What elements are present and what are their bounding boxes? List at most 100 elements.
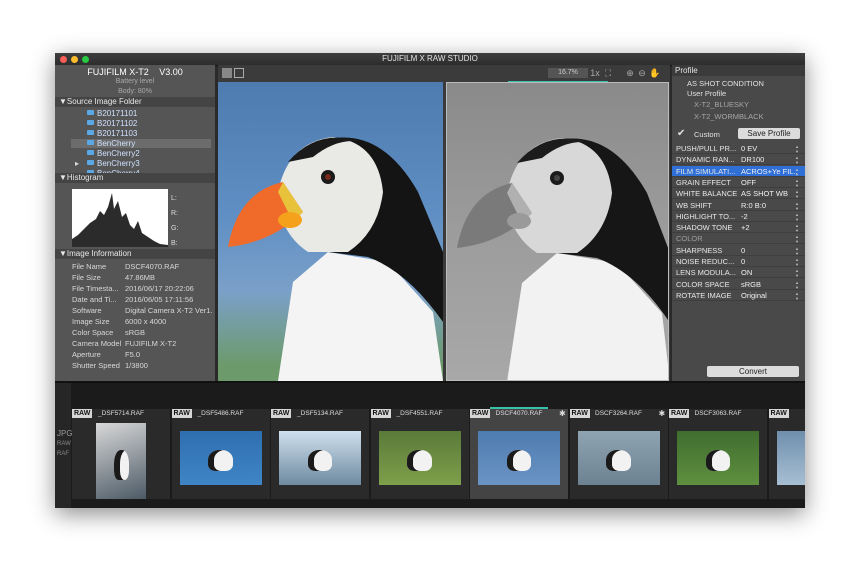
info-value: 2016/06/05 17:11:56 — [125, 295, 194, 304]
filmstrip-thumbnail[interactable]: RAW _DSF5714.RAF — [72, 409, 170, 499]
profile-preset-1[interactable]: X-T2_BLUESKY — [694, 100, 749, 109]
stepper-arrows-icon[interactable]: ▲ ▼ — [795, 155, 799, 165]
param-value[interactable]: ON — [741, 268, 797, 277]
compare-view-icon[interactable] — [234, 68, 244, 78]
camera-header: FUJIFILM X-T2 V3.00 — [55, 67, 215, 77]
folder-item[interactable]: BenCherry2 — [87, 149, 215, 158]
param-row[interactable]: LENS MODULA... ON ▲ ▼ — [672, 267, 805, 279]
save-profile-button[interactable]: Save Profile — [738, 128, 800, 139]
window-title: FUJIFILM X RAW STUDIO — [382, 54, 478, 63]
histogram-channel-label: B: — [171, 240, 178, 247]
convert-button[interactable]: Convert — [707, 366, 799, 377]
param-row[interactable]: HIGHLIGHT TO... -2 ▲ ▼ — [672, 211, 805, 222]
param-value[interactable]: DR100 — [741, 155, 797, 164]
folder-item[interactable]: BenCherry3 ▸ — [75, 159, 215, 168]
filter-jpg[interactable]: JPG — [57, 429, 73, 438]
stepper-arrows-icon[interactable]: ▲ ▼ — [795, 201, 799, 211]
fit-screen-icon[interactable]: ⛶ — [603, 68, 613, 78]
filmstrip-thumbnail[interactable]: RAW — [768, 409, 805, 499]
folder-label: B20171101 — [97, 109, 138, 118]
stepper-arrows-icon[interactable]: ▲ ▼ — [795, 268, 799, 278]
folder-item[interactable]: BenCherry — [71, 139, 211, 148]
param-row[interactable]: DYNAMIC RAN... DR100 ▲ ▼ — [672, 154, 805, 166]
filmstrip-thumbnail[interactable]: RAW _DSF5134.RAF — [271, 409, 369, 499]
stepper-arrows-icon[interactable]: ▲ ▼ — [795, 280, 799, 290]
image-info-header[interactable]: ▼Image Information — [55, 249, 215, 259]
param-row[interactable]: COLOR ▲ ▼ — [672, 233, 805, 245]
filmstrip-thumbnail[interactable]: RAW DSCF3264.RAF ✱ — [569, 409, 668, 499]
single-view-icon[interactable] — [222, 68, 232, 78]
stepper-arrows-icon[interactable]: ▲ ▼ — [795, 189, 799, 199]
param-row[interactable]: WB SHIFT R:0 B:0 ▲ ▼ — [672, 200, 805, 211]
stepper-arrows-icon[interactable]: ▲ ▼ — [795, 234, 799, 244]
param-row[interactable]: WHITE BALANCE AS SHOT WB ▲ ▼ — [672, 188, 805, 200]
zoom-out-icon[interactable]: ⊖ — [637, 68, 647, 78]
bird-shape — [506, 449, 532, 472]
preview-image[interactable] — [446, 82, 669, 381]
info-key: File Timesta... — [72, 284, 119, 293]
stepper-arrows-icon[interactable]: ▲ ▼ — [795, 257, 799, 267]
profile-as-shot[interactable]: AS SHOT CONDITION — [687, 79, 764, 88]
param-value[interactable]: 0 — [741, 246, 797, 255]
param-value[interactable]: Original — [741, 291, 797, 300]
filter-raf[interactable]: RAF — [57, 451, 69, 457]
filmstrip-thumbnail[interactable]: RAW DSCF4070.RAF ✱ — [470, 409, 568, 499]
profile-panel: Profile AS SHOT CONDITION User Profile X… — [672, 65, 805, 381]
filmstrip-thumbnail[interactable]: RAW DSCF3063.RAF — [669, 409, 767, 499]
param-value[interactable]: AS SHOT WB — [741, 189, 797, 198]
filmstrip-filter-rail: JPG RAW RAF — [55, 383, 73, 508]
info-value: Digital Camera X-T2 Ver1. — [125, 306, 213, 315]
expand-arrow-icon[interactable]: ▸ — [75, 159, 79, 168]
filmstrip-thumbnail[interactable]: RAW _DSF4551.RAF — [370, 409, 469, 499]
folder-icon — [87, 140, 94, 145]
zoom-value[interactable]: 16.7% — [548, 68, 588, 78]
param-value[interactable]: ACROS+Ye FIL... — [741, 167, 797, 176]
param-value[interactable]: -2 — [741, 212, 797, 221]
folder-item[interactable]: B20171101 — [87, 109, 215, 118]
param-value[interactable]: 0 EV — [741, 144, 797, 153]
folder-item[interactable]: B20171102 — [87, 119, 215, 128]
stepper-arrows-icon[interactable]: ▲ ▼ — [795, 291, 799, 301]
stepper-arrows-icon[interactable]: ▲ ▼ — [795, 178, 799, 188]
source-folder-header[interactable]: ▼Source Image Folder — [55, 97, 215, 107]
param-row[interactable]: ROTATE IMAGE Original ▲ ▼ — [672, 290, 805, 301]
param-row[interactable]: COLOR SPACE sRGB ▲ ▼ — [672, 279, 805, 290]
info-row: Color Space sRGB — [55, 327, 215, 338]
filmstrip-thumbnail[interactable]: RAW _DSF5486.RAF — [171, 409, 270, 499]
param-row[interactable]: NOISE REDUC... 0 ▲ ▼ — [672, 256, 805, 267]
param-row[interactable]: SHARPNESS 0 ▲ ▼ — [672, 245, 805, 256]
param-row[interactable]: PUSH/PULL PR... 0 EV ▲ ▼ — [672, 143, 805, 154]
hand-tool-icon[interactable]: ✋ — [649, 68, 660, 78]
param-value[interactable]: +2 — [741, 223, 797, 232]
param-value[interactable]: sRGB — [741, 280, 797, 289]
zoom-in-icon[interactable]: ⊕ — [625, 68, 635, 78]
profile-preset-2[interactable]: X-T2_WORMBLACK — [694, 112, 764, 121]
info-key: Image Size — [72, 317, 110, 326]
stepper-arrows-icon[interactable]: ▲ ▼ — [795, 223, 799, 233]
profile-user-profile[interactable]: User Profile — [687, 89, 726, 98]
param-value[interactable]: 0 — [741, 257, 797, 266]
filter-raw[interactable]: RAW — [57, 441, 71, 447]
stepper-arrows-icon[interactable]: ▲ ▼ — [795, 144, 799, 154]
thumbnail-filename: _DSF5134.RAF — [297, 410, 343, 417]
info-row: Shutter Speed 1/3800 — [55, 360, 215, 371]
param-label: WB SHIFT — [676, 200, 712, 210]
param-value[interactable]: R:0 B:0 — [741, 201, 797, 210]
folder-item[interactable]: B20171103 — [87, 129, 215, 138]
original-image[interactable] — [218, 82, 443, 381]
param-row[interactable]: GRAIN EFFECT OFF ▲ ▼ — [672, 177, 805, 188]
actual-size-icon[interactable]: 1x — [590, 68, 600, 78]
info-row: Camera Model FUJIFILM X-T2 — [55, 338, 215, 349]
stepper-arrows-icon[interactable]: ▲ ▼ — [795, 212, 799, 222]
param-label: NOISE REDUC... — [676, 257, 735, 266]
param-value[interactable]: OFF — [741, 178, 797, 187]
param-row[interactable]: FILM SIMULATI... ACROS+Ye FIL... ▲ ▼ — [672, 165, 805, 177]
info-value: FUJIFILM X-T2 — [125, 339, 177, 348]
stepper-arrows-icon[interactable]: ▲ ▼ — [795, 246, 799, 256]
histogram-header[interactable]: ▼Histogram — [55, 173, 215, 183]
thumbnail-image — [577, 431, 660, 485]
param-row[interactable]: SHADOW TONE +2 ▲ ▼ — [672, 222, 805, 234]
stepper-arrows-icon[interactable]: ▲ ▼ — [795, 167, 799, 177]
info-row: Image Size 6000 x 4000 — [55, 316, 215, 327]
folder-label: B20171103 — [97, 129, 138, 138]
